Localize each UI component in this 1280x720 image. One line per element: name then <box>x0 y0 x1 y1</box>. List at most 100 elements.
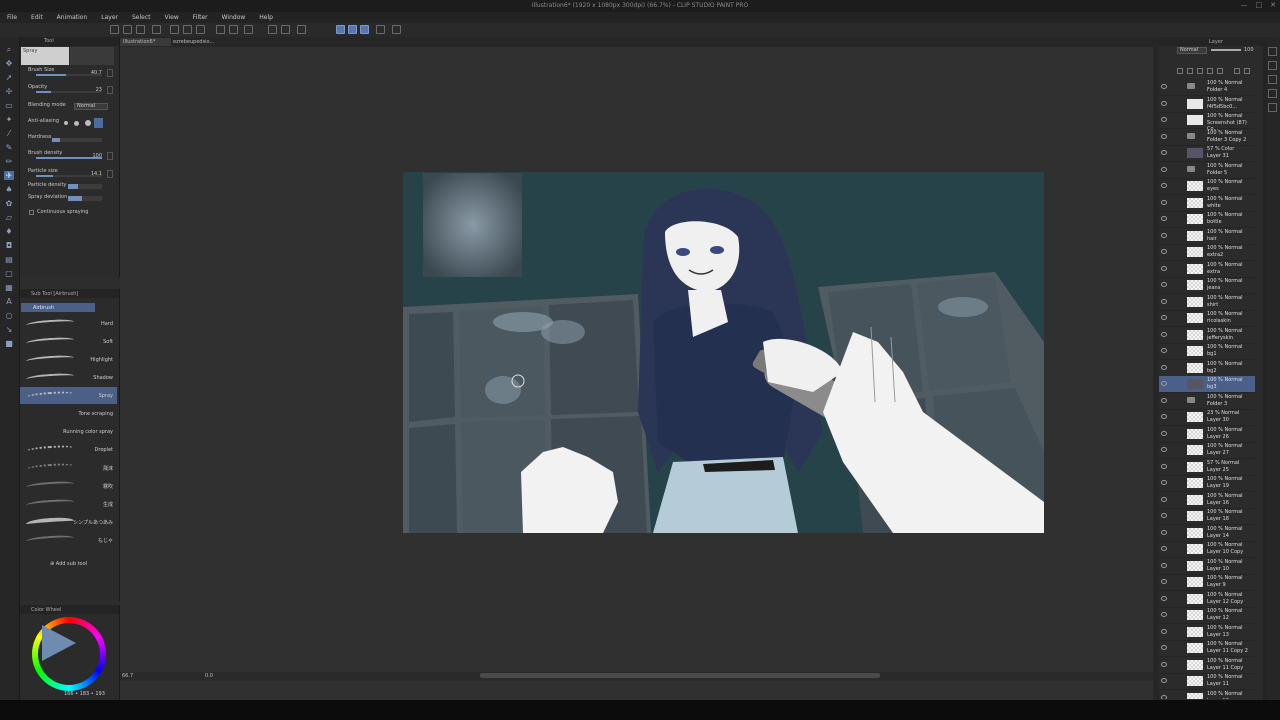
menu-filter[interactable]: Filter <box>186 12 215 23</box>
auto-action-icon[interactable] <box>1268 103 1277 112</box>
layer-row[interactable]: 100 % Normal Layer 11 Copy <box>1159 657 1255 674</box>
open-file-icon[interactable] <box>123 25 132 34</box>
particle-size-slider[interactable] <box>36 175 102 177</box>
eye-icon[interactable] <box>1161 364 1167 370</box>
brush-tool-icon[interactable]: ♠ <box>4 185 14 194</box>
minimize-button[interactable]: — <box>1241 1 1248 9</box>
eye-icon[interactable] <box>1161 84 1167 89</box>
lock-layer-icon[interactable] <box>1197 68 1203 74</box>
save-icon[interactable] <box>136 25 145 34</box>
eye-icon[interactable] <box>1161 496 1167 502</box>
menu-window[interactable]: Window <box>215 12 253 23</box>
layer-row[interactable]: 100 % Normal bottle <box>1159 211 1255 228</box>
eye-icon[interactable] <box>1161 331 1167 337</box>
eye-icon[interactable] <box>1161 430 1167 436</box>
layer-row[interactable]: 100 % Normal shirt <box>1159 294 1255 311</box>
aa-medium-icon[interactable] <box>85 120 91 126</box>
selection-tool-icon[interactable]: ▭ <box>4 101 14 110</box>
brush-size-row[interactable]: Brush Size 40.7 <box>20 67 119 81</box>
mask-icon[interactable] <box>1217 68 1223 74</box>
maximize-button[interactable]: □ <box>1256 1 1263 9</box>
scale-icon[interactable] <box>281 25 290 34</box>
layer-row[interactable]: 100 % Normal eyes <box>1159 178 1255 195</box>
layer-row[interactable]: 23 % Normal Layer 30 <box>1159 409 1255 426</box>
color-triangle[interactable] <box>42 625 76 661</box>
layer-row[interactable]: 100 % Normal jeans <box>1159 277 1255 294</box>
snap-grid-icon[interactable] <box>348 25 357 34</box>
menu-help[interactable]: Help <box>252 12 280 23</box>
layer-row[interactable]: 100 % Normal bg1 <box>1159 343 1255 360</box>
close-button[interactable]: ✕ <box>1270 1 1276 9</box>
layer-row[interactable]: 100 % Normal Folder 4 <box>1159 79 1255 96</box>
deselect-icon[interactable] <box>297 25 306 34</box>
layer-row[interactable]: 100 % Normal Layer 18 <box>1159 508 1255 525</box>
eye-icon[interactable] <box>1161 315 1167 320</box>
eye-icon[interactable] <box>1161 249 1167 254</box>
blending-mode-select[interactable]: Normal <box>74 103 108 110</box>
layer-row[interactable]: 100 % NormalLayer 10 <box>1159 558 1255 575</box>
eye-icon[interactable] <box>1161 183 1167 188</box>
sub-tool-splash[interactable]: 飛沫 <box>20 459 117 476</box>
layer-row[interactable]: 57 % Normal Layer 25 <box>1159 459 1255 476</box>
layer-row[interactable]: 100 % Normal Layer 11 Copy 2 <box>1159 640 1255 657</box>
eye-icon[interactable] <box>1161 529 1167 535</box>
balloon-tool-icon[interactable]: ○ <box>4 311 14 320</box>
eye-icon[interactable] <box>1161 562 1167 568</box>
particle-size-dropdown[interactable] <box>107 170 113 178</box>
eye-icon[interactable] <box>1161 612 1167 617</box>
frame-tool-icon[interactable]: ▦ <box>4 283 14 292</box>
sub-tool-generate[interactable]: 生成 <box>20 495 117 512</box>
eye-icon[interactable] <box>1161 546 1167 551</box>
hardness-slider[interactable] <box>52 138 102 142</box>
eye-icon[interactable] <box>1161 579 1167 584</box>
add-sub-tool-button[interactable]: ⊕ Add sub tool <box>50 561 87 567</box>
redo-icon[interactable] <box>229 25 238 34</box>
sub-tool-mist[interactable]: 霧吹 <box>20 477 117 494</box>
aa-none-icon[interactable] <box>64 121 68 125</box>
eye-icon[interactable] <box>1161 628 1167 634</box>
horizontal-scrollbar[interactable] <box>480 673 880 678</box>
menu-animation[interactable]: Animation <box>50 12 95 23</box>
eye-icon[interactable] <box>1161 463 1167 469</box>
operation-tool-icon[interactable]: ➚ <box>4 73 14 82</box>
eye-icon[interactable] <box>1161 117 1167 122</box>
opacity-slider[interactable] <box>36 91 102 93</box>
new-file-icon[interactable] <box>110 25 119 34</box>
layer-row[interactable]: 57 % Color Layer 31 <box>1159 145 1255 162</box>
spray-deviation-slider[interactable] <box>68 196 102 201</box>
layer-opacity-value[interactable]: 100 <box>1244 47 1254 53</box>
figure-tool-icon[interactable]: ▢ <box>4 269 14 278</box>
sub-tool-moja[interactable]: もじゃ <box>20 531 117 548</box>
continuous-spraying-checkbox[interactable] <box>29 210 34 215</box>
text-tool-icon[interactable]: A <box>4 297 14 306</box>
layer-row[interactable]: 100 % Normal Layer 27 <box>1159 442 1255 459</box>
layer-row[interactable]: 100 % Normal Layer 10 Copy <box>1159 541 1255 558</box>
particle-size-row[interactable]: Particle size 14.1 <box>20 168 119 182</box>
layer-row[interactable]: 100 % Normal hair <box>1159 228 1255 245</box>
navigator-icon[interactable] <box>1268 47 1277 56</box>
opacity-dropdown[interactable] <box>107 86 113 94</box>
layer-row[interactable]: 100 % Normal extra <box>1159 261 1255 278</box>
gradient-tool-icon[interactable]: ▤ <box>4 255 14 264</box>
clip-icon[interactable] <box>376 25 385 34</box>
eye-icon[interactable] <box>1161 645 1167 650</box>
eye-icon[interactable] <box>1161 348 1167 353</box>
eye-icon[interactable] <box>1161 447 1167 452</box>
copy-icon[interactable] <box>183 25 192 34</box>
tab-illustration6[interactable]: Illustration6* <box>120 38 171 46</box>
brush-size-dropdown[interactable] <box>107 69 113 77</box>
clip-layer-icon[interactable] <box>1177 68 1183 74</box>
menu-layer[interactable]: Layer <box>94 12 125 23</box>
sub-tool-droplet[interactable]: Droplet <box>20 441 117 458</box>
layer-row[interactable]: 100 % Normal extra2 <box>1159 244 1255 261</box>
menu-view[interactable]: View <box>158 12 186 23</box>
layer-row[interactable]: 100 % Normal Layer 19 <box>1159 475 1255 492</box>
undo-icon[interactable] <box>216 25 225 34</box>
layer-row[interactable]: 100 % Normal jefferyskin <box>1159 327 1255 344</box>
paste-icon[interactable] <box>196 25 205 34</box>
sub-tool-simple-net[interactable]: シンプルあつあみ <box>20 513 117 530</box>
snap-special-icon[interactable] <box>360 25 369 34</box>
eye-icon[interactable] <box>1161 166 1167 172</box>
eye-icon[interactable] <box>1161 694 1167 699</box>
sub-tool-shadow[interactable]: Shadow <box>20 369 117 386</box>
